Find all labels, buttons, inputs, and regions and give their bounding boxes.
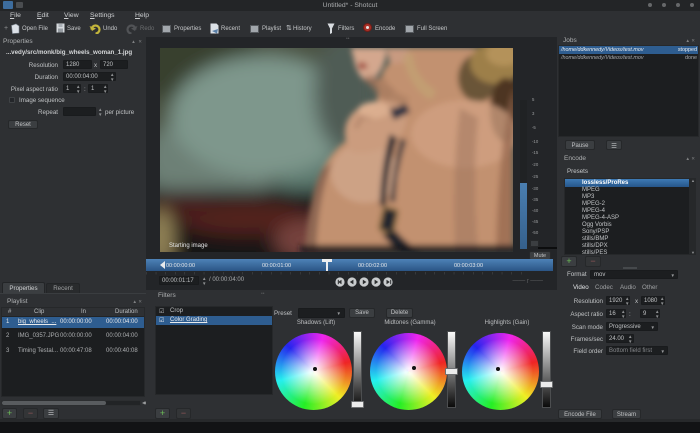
svg-text:Starting image: Starting image bbox=[169, 243, 208, 249]
